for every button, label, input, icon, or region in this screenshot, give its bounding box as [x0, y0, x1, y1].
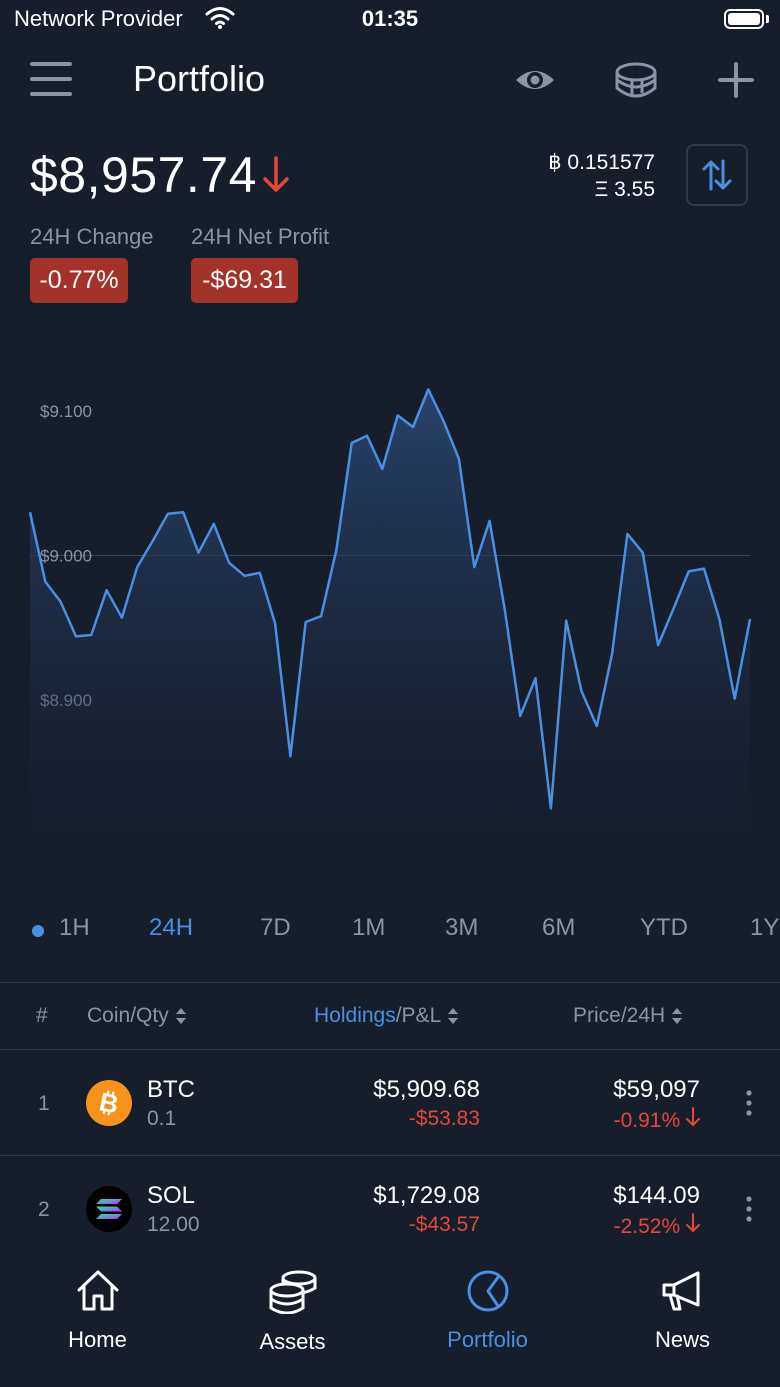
home-icon [77, 1270, 118, 1311]
range-tab-7d[interactable]: 7D [260, 914, 291, 942]
nav-home[interactable]: Home [0, 1250, 195, 1387]
solana-icon [86, 1186, 132, 1232]
column-holdings[interactable]: Holdings/P&L [314, 1004, 459, 1028]
change-label: 24H Change [30, 224, 154, 249]
megaphone-icon [662, 1271, 699, 1311]
arrow-down-icon [686, 1213, 700, 1233]
chart-area [30, 389, 750, 830]
range-tab-6m[interactable]: 6M [542, 914, 575, 942]
sort-icon [448, 1008, 459, 1025]
pie-chart-icon [467, 1270, 508, 1312]
row-rank: 2 [38, 1198, 50, 1221]
eth-amount: Ξ 3.55 [594, 178, 655, 201]
swap-currency-button[interactable] [686, 144, 748, 206]
arrow-down-icon [686, 1107, 700, 1127]
table-row[interactable]: 2 SOL 12.00 $1,729.08 -$43.57 $144.09 -2… [0, 1156, 780, 1250]
bitcoin-icon: B [86, 1080, 132, 1126]
coin-symbol: SOL [147, 1182, 196, 1209]
battery-tip [766, 15, 769, 23]
y-tick-label: $9.100 [40, 402, 92, 421]
coin-qty: 12.00 [147, 1213, 200, 1236]
coins-icon[interactable] [614, 58, 658, 102]
arrow-down-icon [262, 156, 290, 199]
column-price-label: Price/24H [573, 1004, 666, 1027]
nav-label: Home [68, 1327, 127, 1352]
live-dot [32, 925, 44, 937]
sort-icon [175, 1008, 186, 1025]
more-options-icon[interactable] [745, 1090, 753, 1121]
page-title: Portfolio [133, 58, 266, 99]
portfolio-balance: $8,957.74 [30, 147, 257, 203]
more-options-icon[interactable] [745, 1196, 753, 1227]
holding-value: $5,909.68 [373, 1076, 480, 1103]
row-rank: 1 [38, 1092, 50, 1115]
profit-label: 24H Net Profit [191, 224, 330, 249]
bottom-nav: Home Assets Portfolio News [0, 1250, 780, 1387]
nav-assets[interactable]: Assets [195, 1250, 390, 1387]
nav-portfolio[interactable]: Portfolio [390, 1250, 585, 1387]
price-change: -0.91% [614, 1107, 700, 1133]
swap-arrows-icon [702, 159, 732, 191]
profit-badge: -$69.31 [191, 258, 298, 303]
price-change: -2.52% [614, 1213, 700, 1239]
divider [0, 982, 780, 983]
change-badge: -0.77% [30, 258, 128, 303]
sort-icon [672, 1008, 683, 1025]
price-change-value: -2.52% [613, 1215, 681, 1238]
nav-label: News [654, 1327, 710, 1352]
holding-value: $1,729.08 [373, 1182, 480, 1209]
coin-price: $59,097 [613, 1076, 700, 1103]
column-pl-label: /P&L [395, 1004, 442, 1027]
portfolio-chart[interactable]: $9.100$9.000$8.900 [0, 360, 780, 860]
price-change-value: -0.91% [613, 1109, 681, 1132]
range-tab-3m[interactable]: 3M [445, 914, 478, 942]
column-coin-label: Coin/Qty [87, 1004, 169, 1027]
plus-icon[interactable] [714, 58, 758, 102]
column-holdings-label: Holdings [314, 1004, 396, 1027]
column-price[interactable]: Price/24H [573, 1004, 683, 1028]
coins-stack-icon [269, 1270, 316, 1314]
range-tab-24h[interactable]: 24H [149, 914, 193, 942]
nav-label: Portfolio [447, 1327, 528, 1352]
range-tab-1y[interactable]: 1Y [750, 914, 779, 942]
range-tab-1h[interactable]: 1H [59, 914, 90, 942]
coin-symbol: BTC [147, 1076, 195, 1103]
holding-pnl: -$43.57 [408, 1213, 480, 1236]
nav-label: Assets [259, 1329, 326, 1354]
column-rank: # [36, 1004, 48, 1027]
eye-icon[interactable] [513, 58, 557, 102]
range-tab-ytd[interactable]: YTD [640, 914, 688, 942]
table-row[interactable]: 1 B BTC 0.1 $5,909.68 -$53.83 $59,097 -0… [0, 1050, 780, 1154]
range-tab-1m[interactable]: 1M [352, 914, 385, 942]
holding-pnl: -$53.83 [408, 1107, 480, 1130]
coin-qty: 0.1 [147, 1107, 177, 1130]
column-coin[interactable]: Coin/Qty [87, 1004, 187, 1028]
btc-amount: ฿ 0.151577 [548, 151, 655, 174]
battery-icon [724, 9, 764, 29]
nav-news[interactable]: News [585, 1250, 780, 1387]
y-tick-label: $9.000 [40, 547, 92, 566]
coin-price: $144.09 [613, 1182, 700, 1209]
status-time: 01:35 [361, 6, 419, 31]
menu-icon[interactable] [30, 60, 72, 98]
